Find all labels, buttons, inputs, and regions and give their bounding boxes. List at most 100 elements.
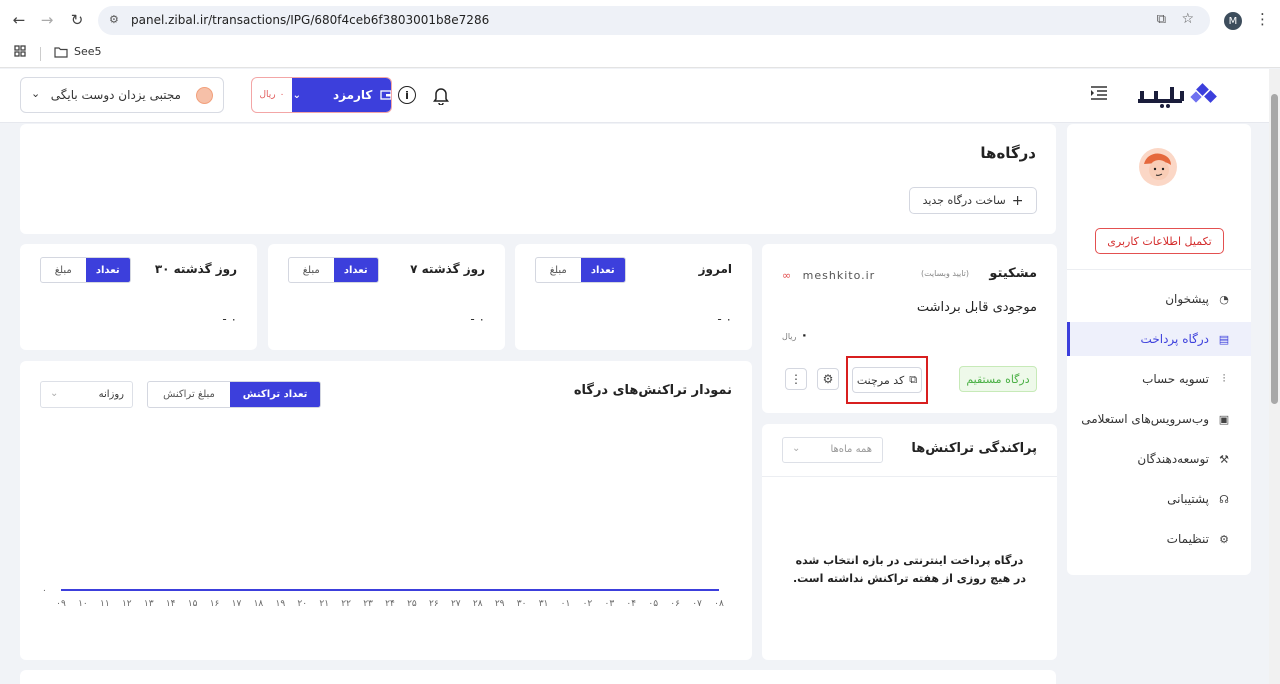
x-tick-label: ۲۴ [385, 599, 395, 609]
x-tick-label: ۱۴ [166, 599, 176, 609]
commission-value: ریال ۰ [252, 78, 292, 112]
stat-title: ۷ روز گذشته [410, 262, 485, 276]
toggle-count[interactable]: تعداد [333, 258, 378, 282]
sidebar-item-label: وب‌سرویس‌های استعلامی [1081, 412, 1209, 426]
gear-icon: ⚙ [822, 372, 834, 386]
developer-icon: ⚒ [1219, 452, 1229, 466]
balance-label: موجودی قابل برداشت [916, 300, 1037, 315]
app-header: ⌄ مجتبی یزدان دوست بایگی ریال ۰ ⌄ کارمزد… [0, 69, 1269, 123]
forward-icon[interactable]: → [36, 9, 58, 31]
merchant-website-text: meshkito.ir [802, 269, 876, 282]
toggle-amount[interactable]: مبلغ [536, 258, 581, 282]
commission-unit: ریال [259, 90, 276, 100]
sidebar-divider [1067, 269, 1251, 270]
scroll-thumb[interactable] [1271, 94, 1278, 404]
apps-grid-icon[interactable] [14, 45, 26, 57]
toggle-count[interactable]: تعداد [580, 258, 625, 282]
dashboard-icon: ◔ [1219, 292, 1229, 306]
commission-button[interactable]: ⌄ کارمزد [292, 78, 391, 112]
user-account-select[interactable]: ⌄ مجتبی یزدان دوست بایگی [20, 77, 224, 113]
copy-icon: ⧉ [909, 373, 918, 386]
x-tick-label: ۰۲ [583, 599, 593, 609]
sidebar-item-settings[interactable]: تنظیمات ⚙ [1067, 522, 1251, 556]
complete-profile-button[interactable]: تکمیل اطلاعات کاربری [1095, 228, 1224, 254]
stat-card-7days: ۷ روز گذشته مبلغ تعداد - ۰ [268, 244, 505, 350]
x-tick-label: ۳۰ [517, 599, 527, 609]
zibal-logo[interactable] [1136, 81, 1218, 109]
sidebar-item-dashboard[interactable]: پیشخوان ◔ [1067, 282, 1251, 316]
stat-title: امروز [698, 262, 732, 276]
folder-icon [54, 46, 68, 58]
new-gateway-label: ساخت درگاه جدید [922, 194, 1006, 207]
merchant-code-label: کد مرچنت [856, 373, 905, 387]
address-bar[interactable]: ⚙ panel.zibal.ir/transactions/IPG/680f4c… [98, 6, 1210, 35]
chevron-down-icon: ⌄ [292, 89, 301, 101]
x-tick-label: ۰۶ [670, 599, 680, 609]
chevron-down-icon: ⌄ [31, 87, 41, 100]
x-tick-label: ۱۲ [122, 599, 132, 609]
x-tick-label: ۲۷ [451, 599, 461, 609]
x-tick-label: ۲۱ [319, 599, 329, 609]
page-scrollbar[interactable] [1269, 69, 1280, 684]
more-options-button[interactable]: ⋮ [785, 368, 807, 390]
transactions-chart-card: نمودار تراکنش‌های درگاه مبلغ تراکنش تعدا… [20, 361, 752, 660]
distribution-divider [762, 476, 1057, 477]
x-tick-label: ۱۳ [144, 599, 154, 609]
site-info-icon[interactable]: ⚙ [109, 13, 119, 26]
sidebar-item-webservices[interactable]: وب‌سرویس‌های استعلامی ▣ [1067, 402, 1251, 436]
commission-label: کارمزد [332, 88, 373, 102]
x-tick-label: ۰۱ [561, 599, 571, 609]
kebab-menu-icon: ⋮ [790, 372, 802, 386]
kebab-menu-icon[interactable]: ⋮ [1255, 10, 1270, 28]
month-select[interactable]: همه ماه‌ها ⌄ [782, 437, 883, 463]
commission-widget[interactable]: ریال ۰ ⌄ کارمزد [251, 77, 392, 113]
x-tick-label: ۲۳ [363, 599, 373, 609]
bookmark-star-icon[interactable]: ☆ [1181, 11, 1194, 27]
distribution-title: پراکندگی تراکنش‌ها [911, 441, 1037, 456]
stat-card-30days: ۳۰ روز گذشته مبلغ تعداد - ۰ [20, 244, 257, 350]
stat-toggle: مبلغ تعداد [40, 257, 131, 283]
sidebar-item-developers[interactable]: توسعه‌دهندگان ⚒ [1067, 442, 1251, 476]
toggle-amount[interactable]: مبلغ [41, 258, 86, 282]
back-icon[interactable]: ← [8, 9, 30, 31]
install-app-icon[interactable]: ⧉ [1157, 12, 1166, 27]
month-select-value: همه ماه‌ها [830, 444, 872, 455]
balance-value: ۰ [800, 328, 809, 343]
merchant-code-button[interactable]: کد مرچنت ⧉ [852, 367, 922, 393]
merchant-code-highlight: کد مرچنت ⧉ [846, 356, 928, 404]
x-tick-label: ۰۸ [714, 599, 724, 609]
sidebar-item-gateway[interactable]: درگاه پرداخت ▤ [1067, 322, 1251, 356]
x-tick-label: ۲۰ [297, 599, 307, 609]
settlement-icon: ⫶ [1222, 372, 1226, 385]
profile-avatar[interactable]: M [1224, 12, 1242, 30]
wallet-icon [380, 90, 391, 100]
profile-avatar-large [1139, 148, 1177, 186]
bookmark-folder-label: See5 [74, 45, 102, 58]
info-icon[interactable]: i [398, 86, 416, 104]
distribution-card: پراکندگی تراکنش‌ها همه ماه‌ها ⌄ درگاه پر… [762, 424, 1057, 660]
sidebar-toggle-icon[interactable] [1090, 85, 1108, 101]
toggle-amount[interactable]: مبلغ [289, 258, 334, 282]
webservice-icon: ▣ [1218, 412, 1230, 426]
bookmark-folder[interactable]: See5 [54, 45, 102, 58]
sidebar-item-support[interactable]: پشتیبانی ☊ [1067, 482, 1251, 516]
sidebar-item-settlement[interactable]: تسویه حساب ⫶ [1067, 362, 1251, 396]
x-tick-label: ۱۹ [275, 599, 285, 609]
balance-unit: ریال [782, 332, 797, 341]
bookmarks-bar: See5 [0, 41, 1280, 68]
bell-icon[interactable] [432, 86, 450, 105]
gateway-settings-button[interactable]: ⚙ [817, 368, 839, 390]
x-tick-label: ۲۶ [429, 599, 439, 609]
stat-value: - ۰ [222, 312, 237, 326]
x-tick-label: ۰۳ [604, 599, 614, 609]
stat-toggle: مبلغ تعداد [535, 257, 626, 283]
x-tick-label: ۳۱ [539, 599, 549, 609]
reload-icon[interactable]: ↻ [66, 9, 88, 31]
browser-toolbar: ← → ↻ ⚙ panel.zibal.ir/transactions/IPG/… [0, 0, 1280, 41]
chevron-down-icon: ⌄ [792, 443, 801, 454]
url-text[interactable]: panel.zibal.ir/transactions/IPG/680f4ceb… [131, 13, 489, 27]
merchant-website[interactable]: ∞ meshkito.ir [782, 269, 875, 282]
x-tick-label: ۰۵ [648, 599, 658, 609]
new-gateway-button[interactable]: ساخت درگاه جدید + [909, 187, 1037, 214]
toggle-count[interactable]: تعداد [85, 258, 130, 282]
